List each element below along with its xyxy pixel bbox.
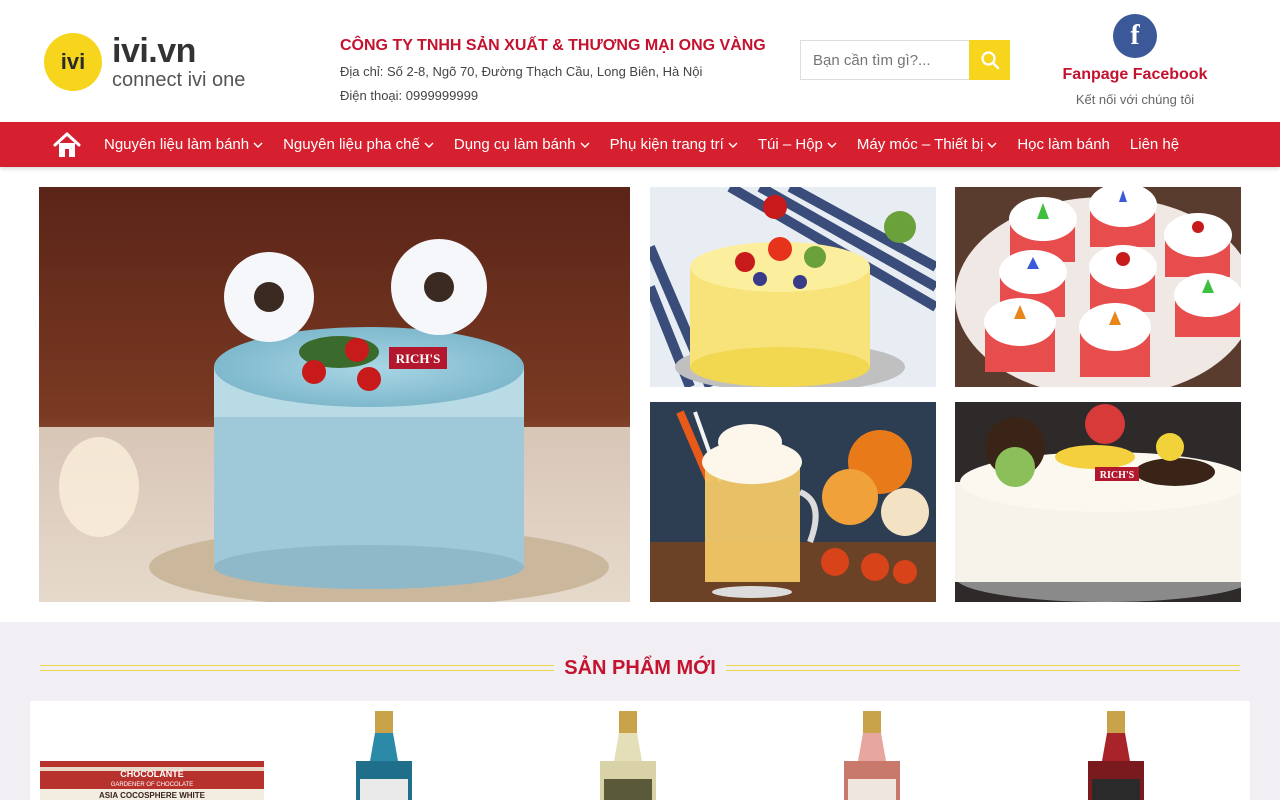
company-phone: Điện thoại: 0999999999 [340, 88, 479, 103]
product-1-brand: CHOCOLANTÉ [120, 769, 184, 779]
chevron-down-icon [253, 142, 263, 148]
home-icon [53, 132, 81, 157]
nav-item-tui-hop[interactable]: Túi – Hộp [758, 136, 837, 153]
product-grid: CHOCOLANTÉ GARDENER OF CHOCOLATE ASIA CO… [30, 701, 1250, 800]
banner-drink-image[interactable] [650, 402, 936, 602]
banner-chocolate-cake-image[interactable]: RICH'S [955, 402, 1241, 602]
logo-mark: ivi [44, 33, 102, 91]
main-nav: Nguyên liệu làm bánh Nguyên liệu pha chế… [0, 122, 1280, 167]
product-card[interactable] [838, 701, 906, 800]
search-icon [980, 51, 999, 70]
product-card[interactable]: CHOCOLANTÉ GARDENER OF CHOCOLATE ASIA CO… [40, 701, 264, 800]
search-button[interactable] [969, 40, 1010, 80]
product-card[interactable] [594, 701, 662, 800]
banner-chocolate-cake-label: RICH'S [1100, 470, 1135, 481]
nav-item-phu-kien-trang-tri[interactable]: Phụ kiện trang trí [610, 136, 738, 153]
chevron-down-icon [728, 142, 738, 148]
heading-divider-right [725, 665, 1241, 671]
site-header: ivi ivi.vn connect ivi one CÔNG TY TNHH … [0, 0, 1280, 122]
heading-divider-left [40, 665, 555, 671]
banner-main-cake-image[interactable]: RICH'S [39, 187, 630, 602]
facebook-block[interactable]: f Fanpage Facebook Kết nối với chúng tôi [1060, 14, 1210, 107]
product-card[interactable] [1082, 701, 1150, 800]
product-1-name: ASIA COCOSPHERE WHITE [99, 791, 206, 800]
chevron-down-icon [827, 142, 837, 148]
nav-item-nguyen-lieu-lam-banh[interactable]: Nguyên liệu làm bánh [104, 136, 263, 153]
product-1-subbrand: GARDENER OF CHOCOLATE [111, 782, 194, 788]
facebook-icon[interactable]: f [1113, 14, 1157, 58]
chevron-down-icon [424, 142, 434, 148]
company-address: Địa chỉ: Số 2-8, Ngõ 70, Đường Thạch Cầu… [340, 64, 703, 79]
nav-item-may-moc-thiet-bi[interactable]: Máy móc – Thiết bị [857, 136, 997, 153]
logo-tagline: connect ivi one [112, 69, 246, 91]
search-bar [800, 40, 1010, 80]
search-input[interactable] [800, 40, 969, 80]
facebook-subtitle: Kết nối với chúng tôi [1075, 92, 1195, 107]
chevron-down-icon [987, 142, 997, 148]
facebook-title[interactable]: Fanpage Facebook [1060, 66, 1210, 84]
company-info: CÔNG TY TNHH SẢN XUẤT & THƯƠNG MẠI ONG V… [340, 37, 780, 103]
banner-main-cake-label: RICH'S [396, 351, 441, 366]
chevron-down-icon [580, 142, 590, 148]
logo-name: ivi.vn [112, 32, 196, 70]
nav-item-dung-cu-lam-banh[interactable]: Dụng cụ làm bánh [454, 136, 590, 153]
banner-fruit-cake-image[interactable] [650, 187, 936, 387]
nav-home[interactable] [52, 122, 82, 167]
site-logo[interactable]: ivi ivi.vn connect ivi one [44, 32, 274, 92]
nav-item-hoc-lam-banh[interactable]: Học làm bánh [1017, 136, 1110, 153]
section-title: SẢN PHẨM MỚI [564, 656, 716, 679]
product-card[interactable] [350, 701, 418, 800]
nav-item-lien-he[interactable]: Liên hệ [1130, 136, 1179, 153]
section-heading: SẢN PHẨM MỚI [40, 654, 1241, 682]
company-name: CÔNG TY TNHH SẢN XUẤT & THƯƠNG MẠI ONG V… [340, 37, 766, 54]
banner-cupcakes-image[interactable] [955, 187, 1241, 387]
nav-item-nguyen-lieu-pha-che[interactable]: Nguyên liệu pha chế [283, 136, 434, 153]
